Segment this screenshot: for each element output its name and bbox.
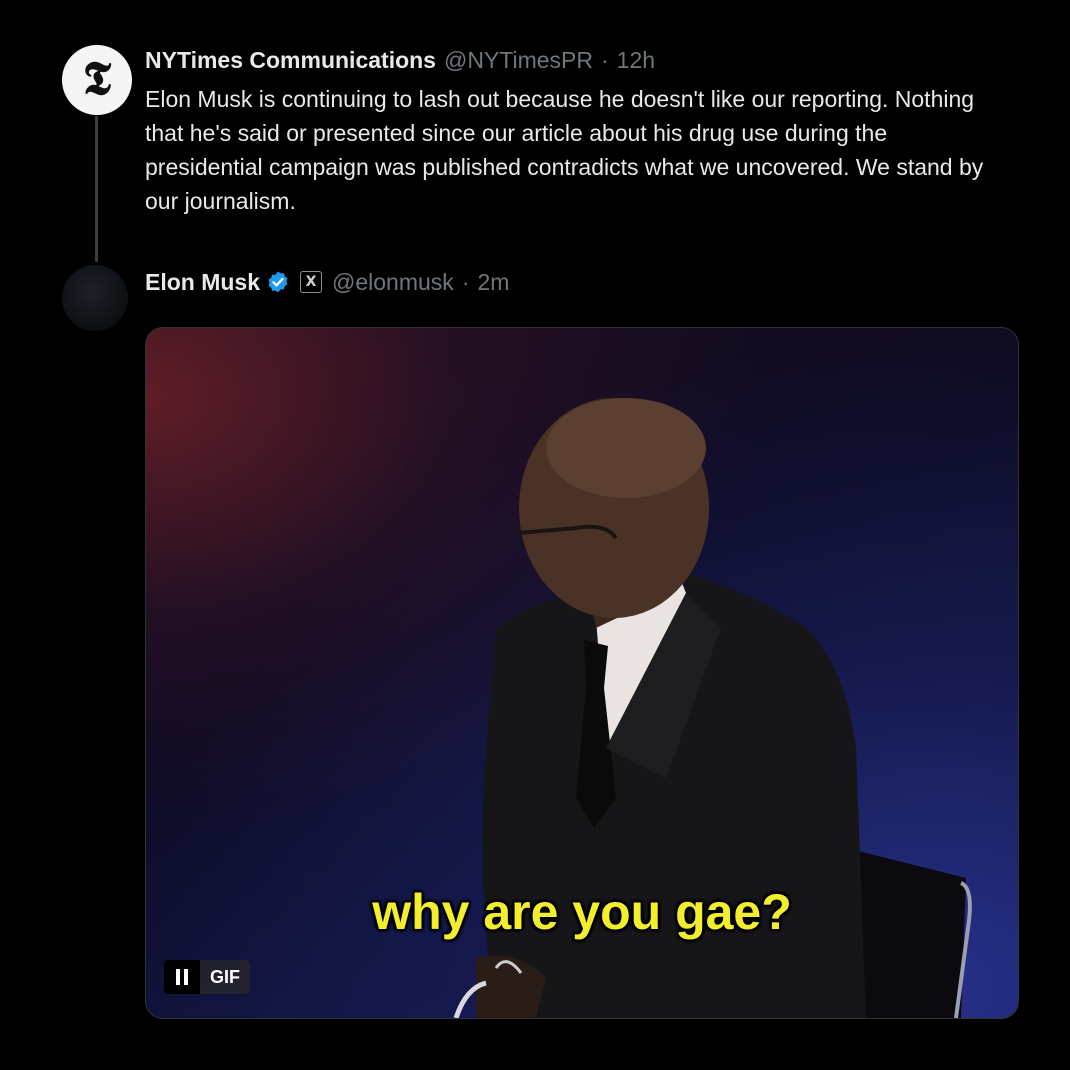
elon-musk-tweet[interactable]: Elon Musk X @elonmusk · 2m — [145, 266, 509, 298]
gif-controls: GIF — [164, 960, 250, 994]
gif-caption: why are you gae? — [372, 884, 792, 940]
gif-label: GIF — [210, 966, 240, 987]
tweet-timestamp[interactable]: 2m — [477, 266, 509, 298]
tweet-header: NYTimes Communications @NYTimesPR · 12h — [145, 44, 1025, 76]
nytimes-avatar[interactable]: 𝕿 — [62, 45, 132, 115]
verified-badge-icon — [266, 270, 290, 294]
thread-connector-line — [95, 116, 98, 262]
nyt-logo-icon: 𝕿 — [82, 51, 112, 105]
author-name[interactable]: NYTimes Communications — [145, 44, 436, 76]
author-name[interactable]: Elon Musk — [145, 266, 260, 298]
author-handle[interactable]: @NYTimesPR — [444, 44, 593, 76]
author-handle[interactable]: @elonmusk — [332, 266, 454, 298]
separator-dot: · — [601, 47, 609, 73]
tweet-text: Elon Musk is continuing to lash out beca… — [145, 86, 984, 214]
nytimes-tweet[interactable]: NYTimes Communications @NYTimesPR · 12h … — [145, 44, 1025, 218]
x-affiliation-icon[interactable]: X — [300, 271, 323, 293]
tweet-header: Elon Musk X @elonmusk · 2m — [145, 266, 509, 298]
pause-icon[interactable] — [164, 960, 200, 994]
elon-musk-avatar[interactable] — [62, 265, 128, 331]
tweet-timestamp[interactable]: 12h — [617, 44, 655, 76]
separator-dot: · — [461, 269, 470, 295]
gif-media[interactable]: why are you gae? GIF — [145, 327, 1019, 1019]
